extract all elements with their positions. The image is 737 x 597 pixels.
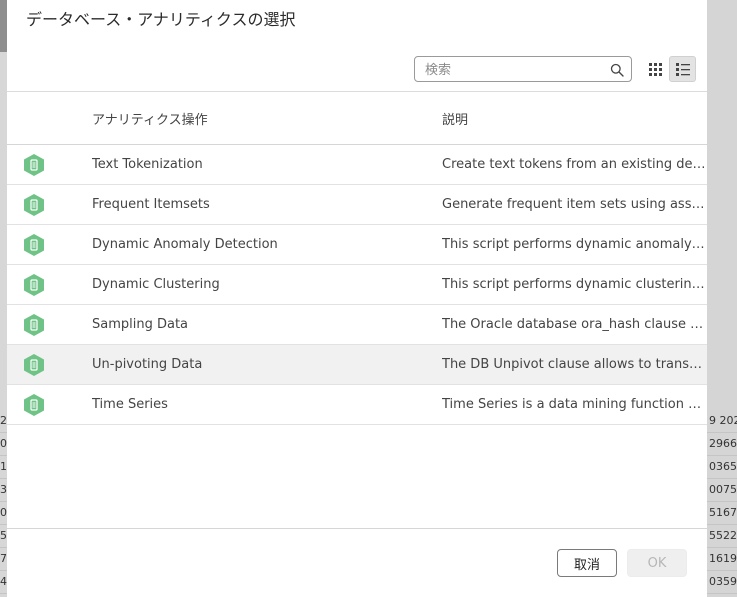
search-icon[interactable] (610, 63, 624, 77)
row-description: Generate frequent item sets using ass… (442, 197, 705, 212)
row-name: Frequent Itemsets (92, 197, 210, 212)
search-input[interactable] (423, 60, 607, 80)
script-hexagon-icon (24, 154, 44, 176)
table-row[interactable]: Dynamic Anomaly Detection This script pe… (7, 225, 707, 265)
bg-cell: 2966 (707, 433, 737, 456)
column-header-description[interactable]: 説明 (442, 109, 468, 128)
bg-cell: 0075 (707, 479, 737, 502)
column-header-operation[interactable]: アナリティクス操作 (92, 109, 208, 128)
script-hexagon-icon (24, 354, 44, 376)
footer-divider (7, 528, 707, 529)
table-row-selected[interactable]: Un-pivoting Data The DB Unpivot clause a… (7, 345, 707, 385)
row-description: This script performs dynamic clusterin… (442, 277, 705, 292)
script-hexagon-icon (24, 314, 44, 336)
table-row[interactable]: Time Series Time Series is a data mining… (7, 385, 707, 425)
script-hexagon-icon (24, 234, 44, 256)
bg-cell: 0365 (707, 456, 737, 479)
row-name: Dynamic Anomaly Detection (92, 237, 278, 252)
script-hexagon-icon (24, 274, 44, 296)
grid-view-button[interactable] (642, 56, 669, 82)
table-row[interactable]: Sampling Data The Oracle database ora_ha… (7, 305, 707, 345)
grid-view-icon (649, 62, 662, 76)
list-view-icon (675, 62, 690, 76)
cancel-button[interactable]: 取消 (557, 549, 617, 577)
row-description: The DB Unpivot clause allows to trans… (442, 357, 703, 372)
analytics-list: Text Tokenization Create text tokens fro… (7, 145, 707, 425)
bg-cell: 0359 (707, 571, 737, 594)
background-table-right: 9 202 2966 0365 0075 5167 5522 1619 0359 (707, 410, 737, 594)
select-analytics-dialog: データベース・アナリティクスの選択 アナリティクス操作 説明 Text Toke… (7, 0, 707, 597)
row-name: Un-pivoting Data (92, 357, 203, 372)
ok-button[interactable]: OK (627, 549, 687, 577)
row-description: This script performs dynamic anomaly… (442, 237, 705, 252)
search-box[interactable] (414, 56, 632, 82)
dialog-title: データベース・アナリティクスの選択 (26, 10, 296, 29)
row-description: Time Series is a data mining function t… (442, 397, 706, 412)
table-row[interactable]: Frequent Itemsets Generate frequent item… (7, 185, 707, 225)
bg-cell: 5167 (707, 502, 737, 525)
row-name: Text Tokenization (92, 157, 203, 172)
script-hexagon-icon (24, 194, 44, 216)
row-description: Create text tokens from an existing de… (442, 157, 706, 172)
row-name: Dynamic Clustering (92, 277, 220, 292)
row-name: Time Series (92, 397, 168, 412)
table-header: アナリティクス操作 説明 (7, 91, 707, 145)
table-row[interactable]: Dynamic Clustering This script performs … (7, 265, 707, 305)
table-row[interactable]: Text Tokenization Create text tokens fro… (7, 145, 707, 185)
script-hexagon-icon (24, 394, 44, 416)
row-name: Sampling Data (92, 317, 189, 332)
list-view-button[interactable] (669, 56, 696, 82)
row-description: The Oracle database ora_hash clause i… (442, 317, 706, 332)
bg-cell: 5522 (707, 525, 737, 548)
bg-cell: 9 202 (707, 410, 737, 433)
bg-cell: 1619 (707, 548, 737, 571)
